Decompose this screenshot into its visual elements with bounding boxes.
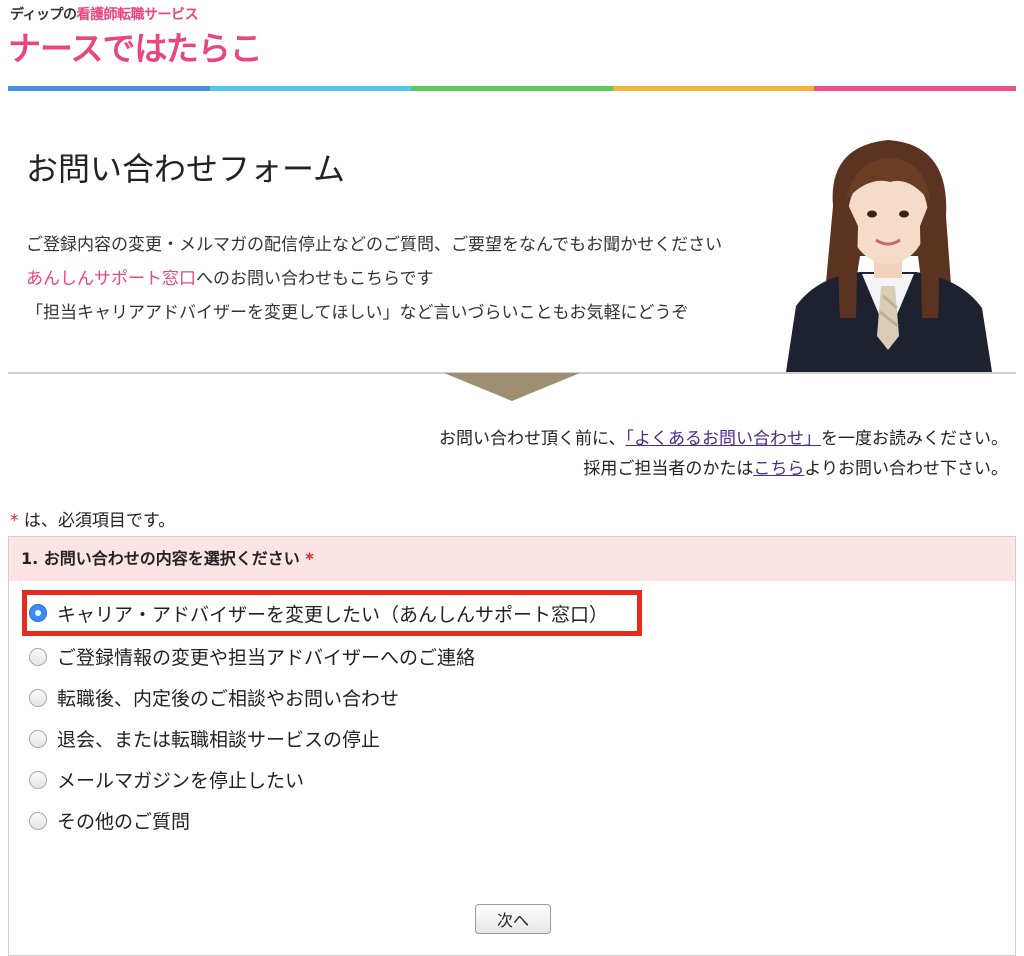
notice-l1-pre: お問い合わせ頂く前に、 [439,429,626,449]
hero-description: ご登録内容の変更・メルマガの配信停止などのご質問、ご要望をなんでもお聞かせくださ… [26,228,722,330]
question-label: 1. お問い合わせの内容を選択ください [21,549,300,568]
notice-l1-post: を一度お読みください。 [821,429,1008,449]
radio-button[interactable] [29,647,47,666]
option-update-registration[interactable]: ご登録情報の変更や担当アドバイザーへのご連絡 [29,636,1015,677]
required-note: * は、必須項目です。 [10,506,175,531]
hero-line-3: 「担当キャリアアドバイザーを変更してほしい」など言いづらいこともお気軽にどうぞ [26,303,689,323]
option-label: ご登録情報の変更や担当アドバイザーへのご連絡 [57,647,476,669]
next-button[interactable]: 次へ [475,904,551,934]
color-bar-segment [8,86,210,91]
radio-button-checked[interactable] [29,604,47,622]
option-label: 退会、または転職相談サービスの停止 [57,729,381,751]
required-note-text: は、必須項目です。 [18,511,176,531]
option-label: 転職後、内定後のご相談やお問い合わせ [57,688,400,710]
color-bar-segment [209,86,412,91]
anshin-support-link[interactable]: あんしんサポート窓口 [26,269,196,289]
faq-link[interactable]: 「よくあるお問い合わせ」 [626,429,822,449]
radio-button[interactable] [29,729,47,748]
radio-button[interactable] [29,811,47,830]
hero-line-2-rest: へのお問い合わせもこちらです [196,269,434,289]
hero-line-1: ご登録内容の変更・メルマガの配信停止などのご質問、ご要望をなんでもお聞かせくださ… [26,235,723,255]
color-bar-segment [814,86,1016,91]
option-label: メールマガジンを停止したい [57,770,305,792]
inquiry-form: 1. お問い合わせの内容を選択ください * キャリア・アドバイザーを変更したい（… [8,536,1016,956]
recruiter-contact-link[interactable]: こちら [753,459,804,479]
option-other-question[interactable]: その他のご質問 [29,800,1015,841]
inquiry-options: キャリア・アドバイザーを変更したい（あんしんサポート窓口） ご登録情報の変更や担… [9,581,1015,841]
option-stop-newsletter[interactable]: メールマガジンを停止したい [29,759,1015,800]
notice-line-1: お問い合わせ頂く前に、「よくあるお問い合わせ」を一度お読みください。 [439,424,1008,454]
page-title: お問い合わせフォーム [26,150,346,188]
notice-line-2: 採用ご担当者のかたはこちらよりお問い合わせ下さい。 [439,454,1008,484]
hero-section: お問い合わせフォーム ご登録内容の変更・メルマガの配信停止などのご質問、ご要望を… [8,104,1016,374]
color-bar-segment [612,86,815,91]
option-withdraw[interactable]: 退会、または転職相談サービスの停止 [29,718,1015,759]
logo-sub-prefix: ディップの [10,7,77,23]
option-change-advisor[interactable]: キャリア・アドバイザーを変更したい（あんしんサポート窓口） [22,590,642,636]
hero-line-2: あんしんサポート窓口へのお問い合わせもこちらです [26,262,722,296]
site-logo[interactable]: ナースではたらこ [8,22,263,70]
notice-l2-post: よりお問い合わせ下さい。 [804,459,1008,479]
option-post-offer-consult[interactable]: 転職後、内定後のご相談やお問い合わせ [29,677,1015,718]
color-bar-segment [411,86,613,91]
question-required-star: * [305,549,314,568]
question-header: 1. お問い合わせの内容を選択ください * [9,537,1015,581]
required-star: * [10,511,19,531]
radio-button[interactable] [29,770,47,789]
color-bar [8,86,1016,91]
option-label: その他のご質問 [57,811,191,833]
logo-subtitle: ディップの看護師転職サービス [10,4,199,24]
option-label: キャリア・アドバイザーを変更したい（あんしんサポート窓口） [57,603,609,626]
radio-button[interactable] [29,688,47,707]
notice-text: お問い合わせ頂く前に、「よくあるお問い合わせ」を一度お読みください。 採用ご担当… [439,424,1008,484]
logo-sub-accent: 看護師転職サービス [76,7,199,23]
notice-l2-pre: 採用ご担当者のかたは [583,459,754,479]
advisor-portrait-image [786,140,992,372]
section-arrow [444,373,580,401]
